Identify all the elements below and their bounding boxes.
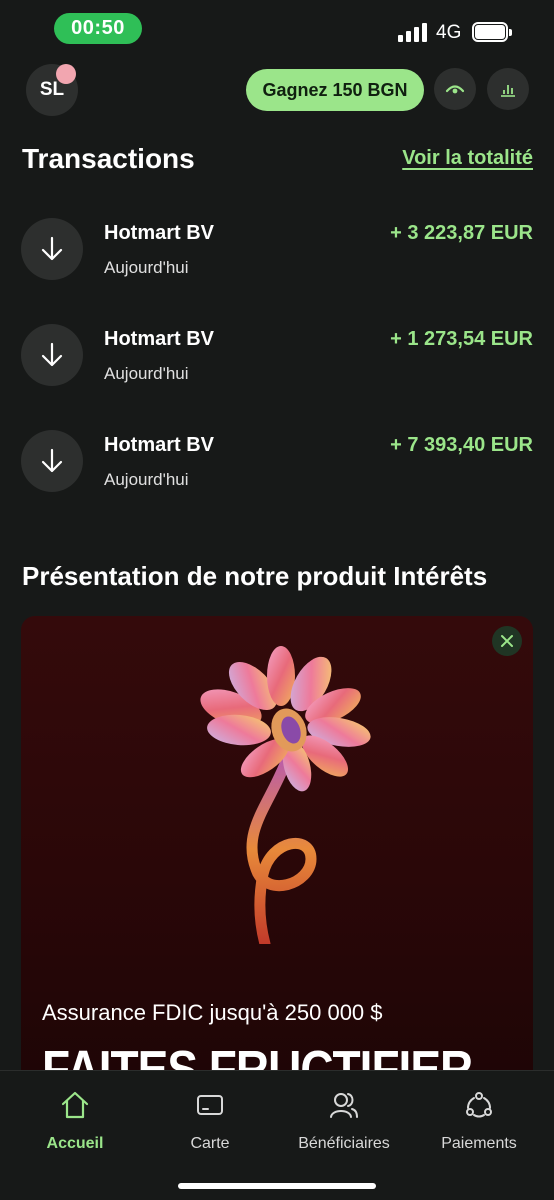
nav-beneficiaries-label: Bénéficiaires bbox=[298, 1135, 390, 1152]
hide-balance-button[interactable] bbox=[434, 68, 476, 110]
nav-card-label: Carte bbox=[190, 1135, 230, 1152]
referral-promo-button[interactable]: Gagnez 150 BGN bbox=[246, 69, 424, 111]
close-icon bbox=[501, 635, 513, 647]
transaction-date: Aujourd'hui bbox=[104, 258, 189, 277]
transaction-row[interactable]: Hotmart BV Aujourd'hui + 1 273,54 EUR bbox=[0, 324, 554, 404]
eye-closed-icon bbox=[445, 85, 465, 94]
transaction-name: Hotmart BV bbox=[104, 222, 215, 244]
nav-home-label: Accueil bbox=[46, 1135, 104, 1152]
nav-payments-label: Paiements bbox=[441, 1135, 517, 1152]
home-indicator bbox=[178, 1183, 376, 1189]
battery-icon bbox=[472, 22, 512, 42]
transactions-title: Transactions bbox=[22, 143, 195, 174]
transaction-amount: + 3 223,87 EUR bbox=[390, 222, 533, 244]
close-promo-button[interactable] bbox=[492, 626, 522, 656]
status-bar: 00:50 4G bbox=[0, 0, 554, 60]
nav-beneficiaries[interactable]: Bénéficiaires bbox=[284, 1071, 404, 1171]
transaction-row[interactable]: Hotmart BV Aujourd'hui + 3 223,87 EUR bbox=[0, 218, 554, 298]
analytics-button[interactable] bbox=[487, 68, 529, 110]
transaction-name: Hotmart BV bbox=[104, 434, 215, 456]
flower-illustration bbox=[200, 646, 371, 944]
notification-dot bbox=[56, 64, 76, 84]
nav-card[interactable]: Carte bbox=[155, 1071, 265, 1171]
home-icon bbox=[61, 1091, 89, 1119]
promo-section-title: Présentation de notre produit Intérêts bbox=[22, 561, 488, 591]
users-icon bbox=[330, 1093, 358, 1118]
network-type: 4G bbox=[436, 22, 462, 43]
arrow-down-icon bbox=[21, 430, 83, 492]
bar-chart-icon bbox=[501, 85, 515, 97]
promo-subtitle: Assurance FDIC jusqu'à 250 000 $ bbox=[42, 1000, 383, 1025]
arrow-down-icon bbox=[21, 218, 83, 280]
transaction-date: Aujourd'hui bbox=[104, 364, 189, 383]
card-icon bbox=[197, 1095, 223, 1115]
nav-payments[interactable]: Paiements bbox=[425, 1071, 533, 1171]
transaction-row[interactable]: Hotmart BV Aujourd'hui + 7 393,40 EUR bbox=[0, 430, 554, 510]
see-all-link[interactable]: Voir la totalité bbox=[402, 147, 533, 170]
arrow-down-icon bbox=[21, 324, 83, 386]
nav-home[interactable]: Accueil bbox=[20, 1071, 130, 1171]
transaction-amount: + 7 393,40 EUR bbox=[390, 434, 533, 456]
status-time: 00:50 bbox=[54, 13, 142, 44]
transaction-date: Aujourd'hui bbox=[104, 470, 189, 489]
bottom-nav: Accueil Carte Bénéficiaires Paiements bbox=[0, 1070, 554, 1200]
payments-icon bbox=[466, 1092, 492, 1118]
promo-card[interactable]: Assurance FDIC jusqu'à 250 000 $ FAITES … bbox=[21, 616, 533, 1086]
transaction-amount: + 1 273,54 EUR bbox=[390, 328, 533, 350]
signal-strength-icon bbox=[398, 22, 430, 42]
transaction-name: Hotmart BV bbox=[104, 328, 215, 350]
